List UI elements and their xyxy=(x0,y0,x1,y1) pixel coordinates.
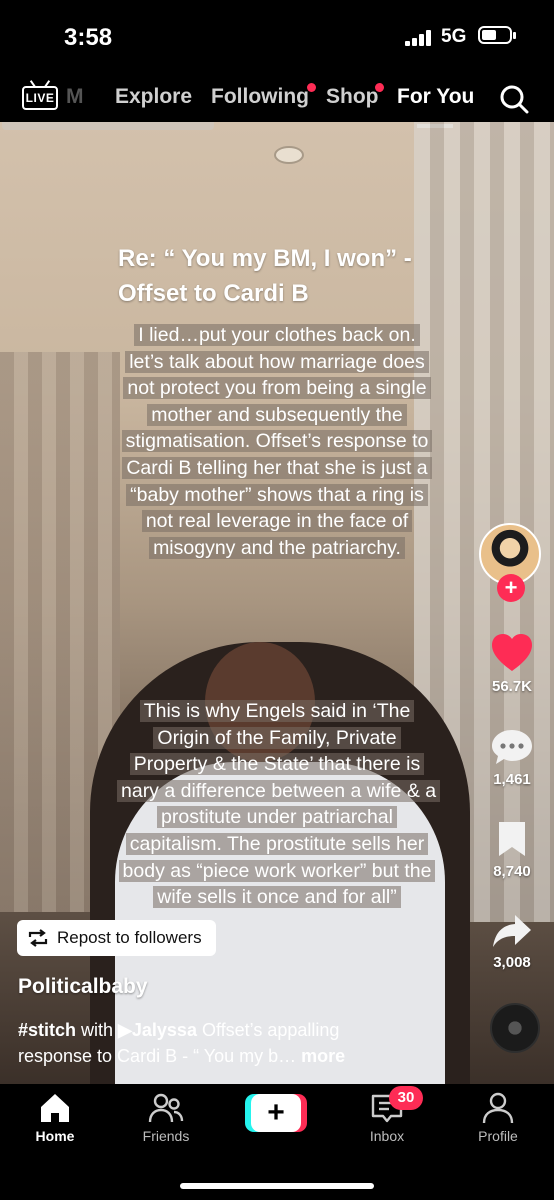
caption-paragraph-2: This is why Engels said in ‘The Origin o… xyxy=(117,698,441,911)
video-top-strip xyxy=(2,122,214,130)
nav-friends-label: Friends xyxy=(142,1128,190,1144)
inbox-badge: 30 xyxy=(389,1086,423,1110)
nav-profile-label: Profile xyxy=(478,1128,518,1144)
status-bar: 3:58 5G xyxy=(0,0,554,70)
post-description: #stitch with ▶Jalyssa Offset’s appalling… xyxy=(18,1017,418,1069)
repost-icon xyxy=(28,929,48,947)
heart-icon xyxy=(492,634,532,671)
ceiling-light xyxy=(274,146,304,164)
bookmark-icon xyxy=(499,822,525,856)
like-button[interactable]: 56.7K xyxy=(480,633,544,695)
save-count: 8,740 xyxy=(493,863,531,880)
share-button[interactable]: 3,008 xyxy=(480,913,544,971)
like-count: 56.7K xyxy=(491,678,533,695)
create-button[interactable]: + xyxy=(245,1094,307,1132)
share-icon xyxy=(493,915,531,947)
tab-following[interactable]: Following xyxy=(211,85,309,109)
profile-icon xyxy=(482,1092,514,1124)
nav-home-label: Home xyxy=(35,1128,75,1144)
shop-notification-dot xyxy=(375,83,384,92)
top-nav: LIVE M Explore Following Shop For You xyxy=(0,70,554,122)
bookmark-button[interactable]: 8,740 xyxy=(480,820,544,880)
friends-icon xyxy=(148,1093,184,1123)
nav-inbox-label: Inbox xyxy=(369,1128,405,1144)
repost-label: Repost to followers xyxy=(57,928,202,947)
more-link[interactable]: more xyxy=(301,1046,345,1066)
stitched-user-link[interactable]: ▶Jalyssa xyxy=(118,1020,197,1040)
with-text: with xyxy=(76,1020,119,1040)
live-icon[interactable]: LIVE xyxy=(22,80,58,112)
creator-username[interactable]: Politicalbaby xyxy=(18,975,148,999)
status-time: 3:58 xyxy=(64,24,113,51)
battery-icon xyxy=(478,26,516,44)
home-indicator[interactable] xyxy=(180,1183,374,1189)
comment-count: 1,461 xyxy=(493,771,531,788)
caption-paragraph-1: I lied…put your clothes back on. let’s t… xyxy=(117,322,437,561)
signal-icon xyxy=(405,30,435,46)
hashtag-link[interactable]: #stitch xyxy=(18,1020,76,1040)
repost-button[interactable]: Repost to followers xyxy=(17,920,216,956)
network-label: 5G xyxy=(441,26,467,47)
comment-icon xyxy=(492,730,532,764)
tab-partial[interactable]: M xyxy=(66,85,84,109)
tab-explore[interactable]: Explore xyxy=(115,85,192,109)
music-disc-icon[interactable] xyxy=(490,1003,540,1053)
tab-shop[interactable]: Shop xyxy=(326,85,379,109)
following-notification-dot xyxy=(307,83,316,92)
plus-icon: + xyxy=(251,1094,301,1132)
comment-button[interactable]: 1,461 xyxy=(480,728,544,788)
tab-for-you[interactable]: For You xyxy=(397,85,474,109)
follow-plus-icon[interactable]: + xyxy=(497,574,525,602)
search-icon[interactable] xyxy=(499,84,529,114)
caption-title: Re: “ You my BM, I won” - Offset to Card… xyxy=(118,245,412,307)
home-icon xyxy=(41,1094,69,1122)
share-count: 3,008 xyxy=(493,954,531,971)
